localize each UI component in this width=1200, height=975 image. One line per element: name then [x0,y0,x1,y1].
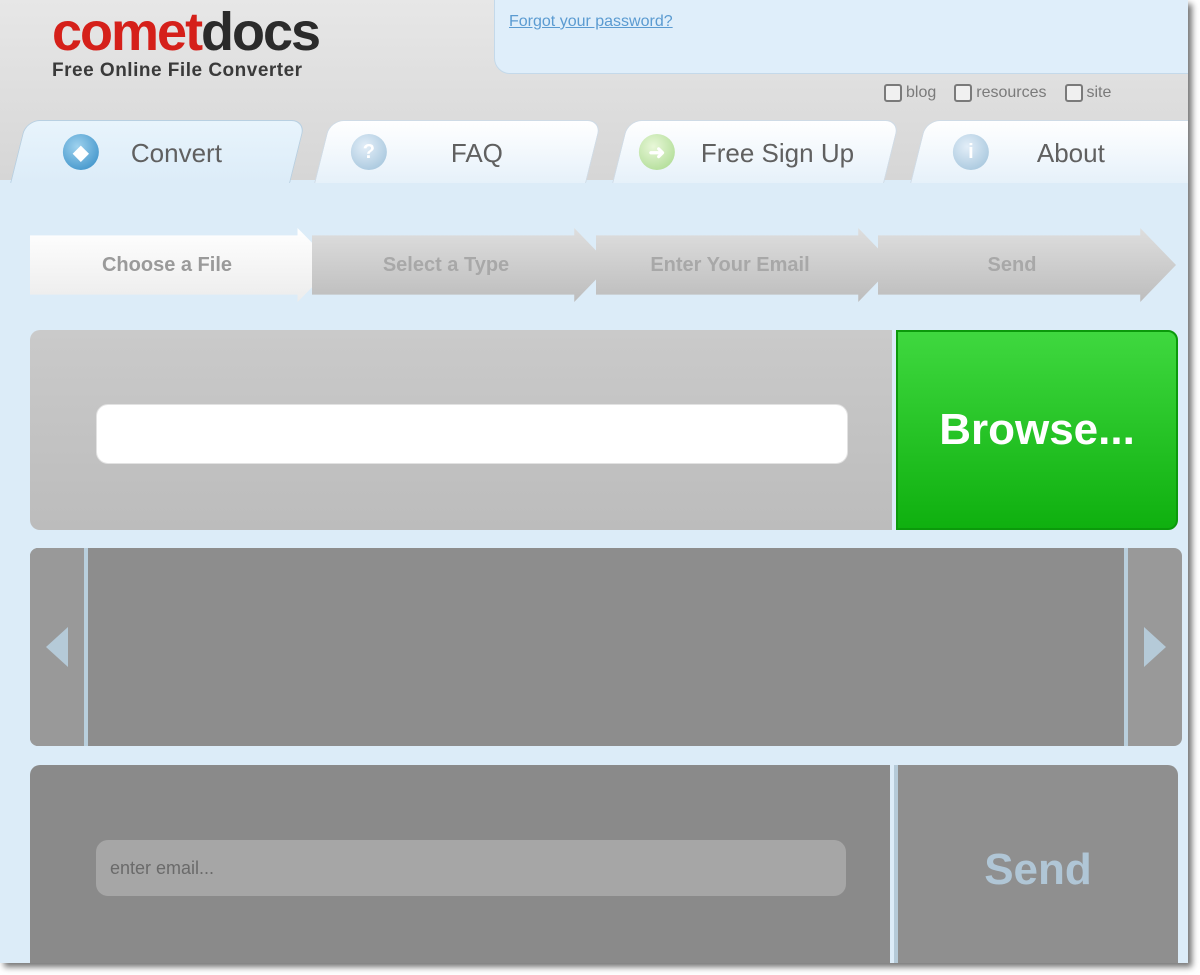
blog-link[interactable]: blog [884,84,936,102]
step-send-label: Send [987,253,1037,276]
step-select-type-label: Select a Type [382,253,510,276]
carousel-next-button[interactable] [1124,548,1182,746]
tab-faq[interactable]: ? FAQ [314,120,602,183]
logo[interactable]: cometdocs Free Online File Converter [52,2,321,82]
logo-tagline: Free Online File Converter [52,60,303,81]
resources-link[interactable]: resources [954,84,1047,102]
step-choose-file: Choose a File [30,228,334,302]
info-icon: i [952,134,989,170]
tab-free-sign-up-label: Free Sign Up [700,138,855,168]
login-panel: Forgot your password? [494,0,1188,74]
tab-free-sign-up[interactable]: ➜ Free Sign Up [612,120,900,183]
resources-link-label: resources [976,84,1047,101]
file-path-input[interactable] [96,404,848,464]
tab-about-label: About [1036,138,1105,168]
step-send: Send [878,228,1176,302]
tab-convert[interactable]: ◆ Convert [10,120,306,183]
file-type-carousel [30,548,1178,746]
step-select-type: Select a Type [312,228,610,302]
convert-icon: ◆ [62,134,99,170]
question-icon: ? [350,134,387,170]
logo-wordmark: cometdocs [52,2,321,62]
app-window: cometdocs Free Online File Converter For… [0,0,1188,963]
sitemap-link[interactable]: site [1064,84,1112,102]
tab-convert-label: Convert [130,138,222,168]
chevron-right-icon [1144,627,1166,667]
logo-text-docs: docs [201,2,321,62]
blog-link-label: blog [906,84,937,101]
chat-bubble-icon [884,84,902,102]
carousel-prev-button[interactable] [30,548,88,746]
floppy-disk-icon [954,84,973,102]
logo-text-comet: comet [52,2,203,62]
sitemap-icon [1064,84,1083,102]
utility-links: blog resources site [884,84,1111,102]
browse-button[interactable]: Browse... [896,330,1178,530]
step-enter-email-label: Enter Your Email [650,253,810,276]
tab-about[interactable]: i About [910,120,1188,183]
chevron-left-icon [46,627,68,667]
send-button[interactable]: Send [894,765,1178,963]
tab-faq-label: FAQ [450,138,503,168]
forgot-password-link[interactable]: Forgot your password? [509,13,673,31]
step-enter-email: Enter Your Email [596,228,894,302]
step-choose-file-label: Choose a File [101,253,233,276]
signup-arrow-icon: ➜ [638,134,675,170]
sitemap-link-label: site [1086,84,1112,101]
email-input[interactable] [96,840,846,896]
